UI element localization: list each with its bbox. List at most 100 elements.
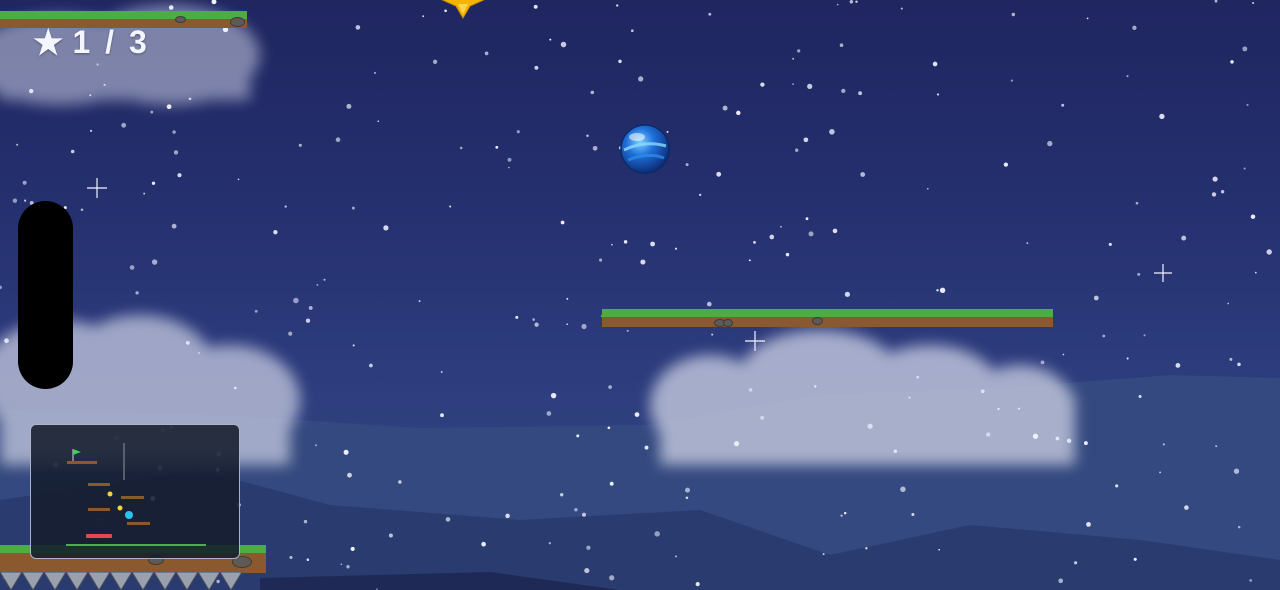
snowflake <box>355 25 361 30</box>
snowflake <box>611 243 613 246</box>
snowflake <box>70 149 75 154</box>
snowflake <box>1126 357 1129 360</box>
snowflake <box>347 472 352 478</box>
snowflake <box>748 388 753 392</box>
snowflake <box>505 513 510 519</box>
snowflake <box>900 486 906 493</box>
snowflake <box>938 548 941 551</box>
snowflake <box>1215 445 1218 448</box>
snowflake <box>550 392 557 399</box>
snowflake <box>560 493 564 497</box>
snowflake <box>351 206 355 210</box>
snowflake <box>803 137 809 143</box>
rock-icon <box>175 16 186 23</box>
snowflake <box>1133 557 1137 561</box>
snowflake <box>867 423 873 429</box>
snowflake <box>926 187 929 190</box>
snowflake <box>792 57 795 60</box>
snowflake <box>865 547 868 550</box>
snowflake <box>1237 362 1241 367</box>
snowflake <box>832 228 838 234</box>
snowflake <box>618 146 623 150</box>
snowflake <box>1162 443 1165 446</box>
snowflake <box>836 3 839 6</box>
snowflake <box>516 130 520 134</box>
snowflake <box>343 449 349 455</box>
snowflake <box>172 130 176 134</box>
minimap-platform <box>121 496 144 499</box>
star-icon: ★ <box>33 23 67 62</box>
snowflake <box>1115 484 1119 488</box>
snowflake <box>574 508 578 512</box>
snowflake <box>638 76 644 82</box>
game-stage[interactable]: ★ 1 / 3 <box>0 0 1280 590</box>
minimap-view <box>66 443 206 546</box>
minimap-platform <box>88 508 110 511</box>
snowflake <box>986 432 991 437</box>
snowflake <box>654 531 660 537</box>
snowflake <box>829 129 835 135</box>
snowflake <box>352 344 355 347</box>
snowflake <box>795 148 799 152</box>
snowflake <box>135 291 139 295</box>
snowflake <box>150 110 154 114</box>
snowflake <box>1011 12 1016 17</box>
snowflake <box>418 300 421 303</box>
minimap-star-marker <box>117 505 123 511</box>
snowflake <box>1026 242 1029 245</box>
snowflake <box>685 496 689 500</box>
snowflake <box>151 181 156 185</box>
snowflake <box>675 555 677 558</box>
snowflake <box>592 145 598 151</box>
snowflake <box>599 258 603 262</box>
snowflake <box>900 7 903 10</box>
snowflake <box>288 331 293 336</box>
snowflake <box>1159 113 1165 120</box>
snowflake <box>1220 190 1225 194</box>
snowflake <box>1249 579 1253 582</box>
movement-control-pill[interactable] <box>18 201 73 389</box>
snowflake <box>808 231 814 237</box>
snowflake <box>534 65 539 70</box>
snowflake <box>293 297 299 304</box>
snowflake <box>1250 214 1256 219</box>
snowflake <box>936 93 940 96</box>
snowflake <box>335 137 341 142</box>
snowflake <box>0 285 2 290</box>
minimap-platform <box>88 483 110 486</box>
snowflake <box>346 103 352 109</box>
snowflake <box>626 329 629 332</box>
snowflake <box>997 407 1000 411</box>
snowflake <box>805 217 809 221</box>
platform-middle <box>602 309 1053 327</box>
snowflake <box>1159 471 1162 474</box>
snowflake <box>653 152 659 158</box>
snowflake <box>1237 525 1241 529</box>
snowflake <box>1135 201 1139 205</box>
snowflake <box>103 83 106 86</box>
snowflake <box>1083 441 1088 446</box>
snowflake <box>760 82 765 87</box>
snowflake <box>1055 436 1060 441</box>
rock-icon <box>230 17 245 27</box>
snowflake <box>1032 433 1039 439</box>
snowflake <box>1062 353 1065 356</box>
snowflake <box>1212 176 1218 182</box>
snowflake <box>582 512 586 517</box>
snowflake <box>1242 46 1248 52</box>
minimap-ground <box>66 544 206 546</box>
snowflake <box>89 129 93 133</box>
snowflake <box>383 225 389 231</box>
rock-icon <box>723 319 733 327</box>
minimap[interactable] <box>30 424 240 559</box>
snowflake <box>608 385 612 389</box>
snowflake <box>807 83 813 90</box>
snowflake <box>753 241 756 244</box>
snowflake <box>171 223 177 229</box>
snowflake <box>22 180 27 185</box>
snowflake <box>797 49 801 53</box>
snowflake <box>1266 249 1272 255</box>
snowflake <box>607 426 611 430</box>
snowflake <box>185 341 190 345</box>
snowflake <box>4 338 9 344</box>
